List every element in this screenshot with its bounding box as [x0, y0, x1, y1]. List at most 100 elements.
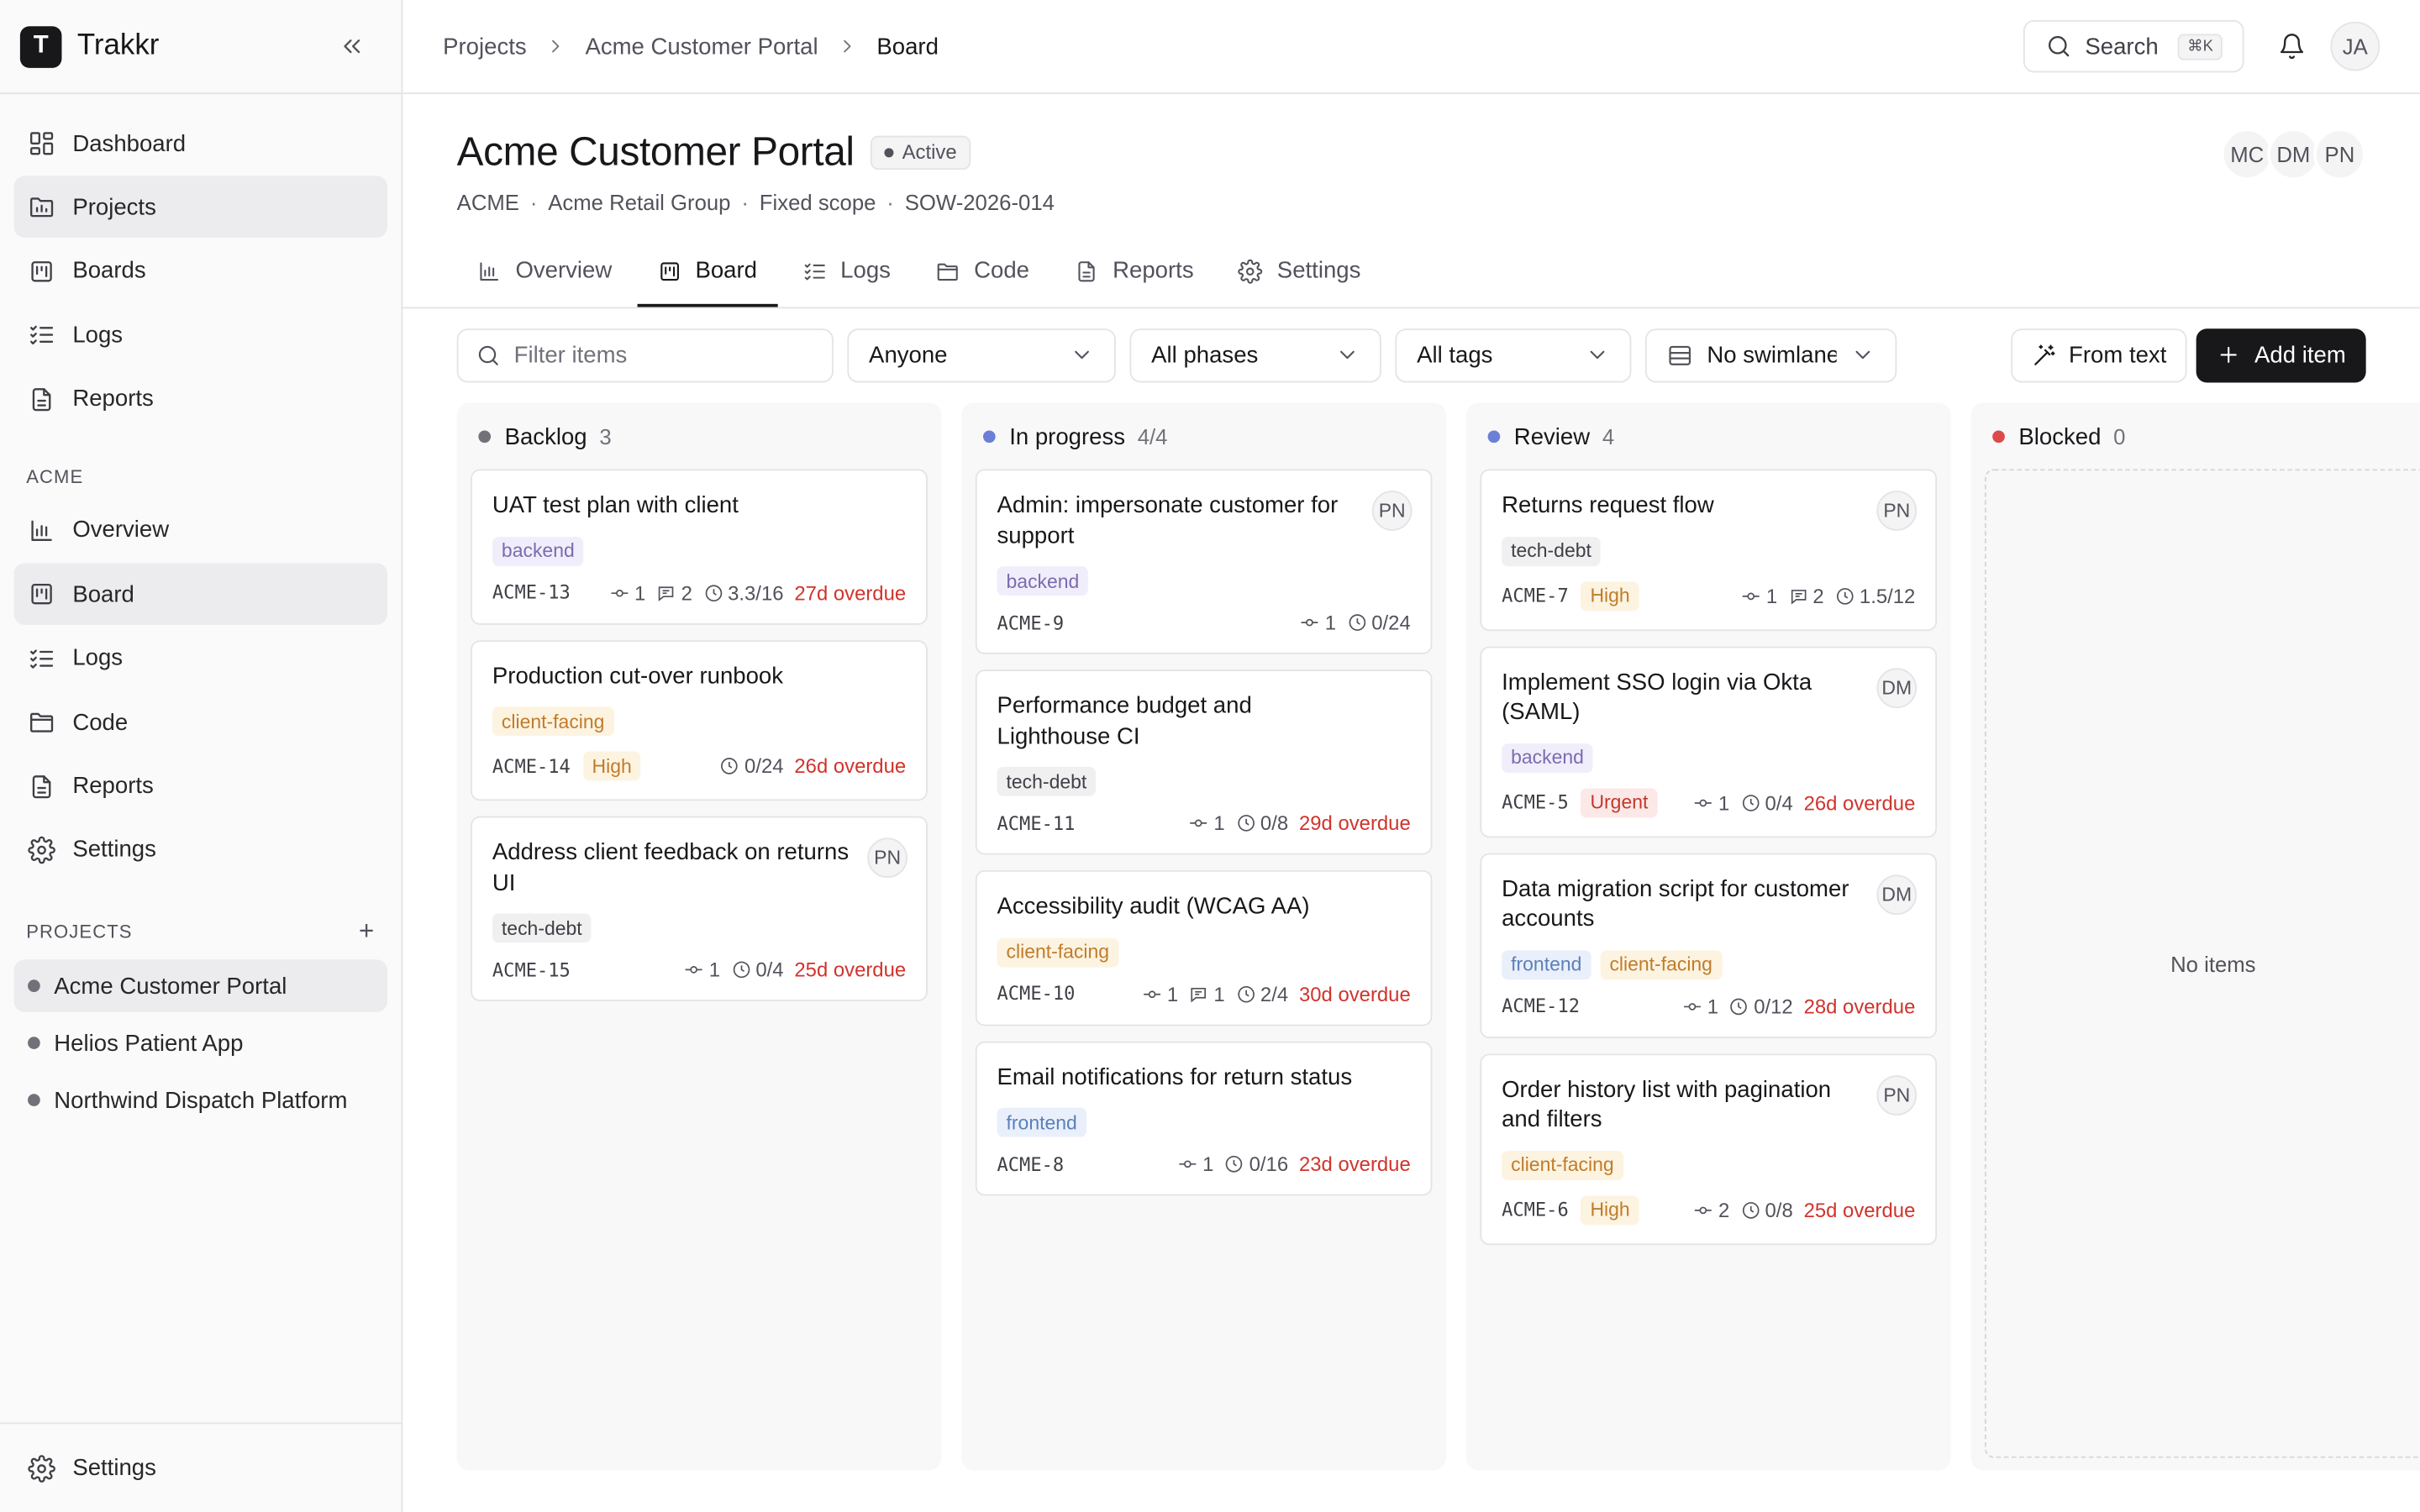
bar-chart-icon — [480, 261, 499, 281]
task-card[interactable]: Order history list with pagination and f… — [1480, 1053, 1938, 1245]
chevron-down-icon — [1075, 350, 1089, 360]
filter-input[interactable] — [513, 341, 808, 369]
tags-select[interactable]: All tags — [1395, 328, 1632, 382]
task-card[interactable]: Email notifications for return status fro… — [975, 1040, 1433, 1196]
card-stats: 1 0/4 26d overdue — [1694, 790, 1915, 814]
phase-select[interactable]: All phases — [1129, 328, 1381, 382]
nav-item-dashboard[interactable]: Dashboard — [14, 113, 387, 174]
card-list: UAT test plan with client backend ACME-13 1… — [471, 469, 928, 1002]
nav-item-reports[interactable]: Reports — [14, 755, 387, 816]
add-item-button[interactable]: Add item — [2196, 328, 2366, 382]
team-avatar[interactable]: PN — [2313, 128, 2366, 181]
column-header: Blocked 0 — [1985, 415, 2420, 458]
breadcrumb-project[interactable]: Acme Customer Portal — [585, 33, 818, 59]
brand: T Trakkr — [0, 0, 402, 95]
nav-item-settings[interactable]: Settings — [14, 819, 387, 880]
links-stat: 1 — [1178, 1152, 1213, 1176]
time-value: 0/8 — [1260, 811, 1289, 835]
tag-badge: tech-debt — [1502, 536, 1601, 566]
collapse-sidebar-button[interactable] — [338, 33, 366, 60]
swimlane-select[interactable]: No swimlane — [1644, 328, 1897, 382]
assignee-avatar[interactable]: PN — [867, 837, 908, 879]
notifications-button[interactable] — [2278, 33, 2306, 60]
task-card[interactable]: Admin: impersonate customer for support P… — [975, 469, 1433, 654]
nav-item-code[interactable]: Code — [14, 691, 387, 753]
assignee-select[interactable]: Anyone — [847, 328, 1116, 382]
task-card[interactable]: Performance budget and Lighthouse CI tech… — [975, 669, 1433, 855]
filter-field[interactable] — [456, 328, 834, 382]
comments-value: 1 — [1213, 982, 1225, 1005]
column-status-dot — [982, 430, 996, 444]
assignee-avatar[interactable]: DM — [1876, 874, 1918, 915]
card-footer: ACME-6 High 2 0/8 25d overdue — [1502, 1194, 1915, 1225]
time-stat: 1.5/12 — [1835, 584, 1915, 607]
breadcrumb-projects[interactable]: Projects — [443, 33, 527, 59]
project-tabs: Overview Board Logs Code Reports Setting… — [402, 214, 2420, 309]
nav-item-label: Dashboard — [72, 130, 187, 157]
commit-icon — [1695, 1205, 1712, 1214]
clock-icon — [1730, 997, 1748, 1015]
nav-item-board[interactable]: Board — [13, 564, 388, 626]
toolbar-actions: From text Add item — [2012, 328, 2366, 382]
project-item[interactable]: Acme Customer Portal — [13, 959, 388, 1013]
assignee-avatar[interactable]: DM — [1876, 667, 1918, 708]
team-avatar[interactable]: DM — [2267, 128, 2320, 181]
project-label: Northwind Dispatch Platform — [54, 1087, 348, 1114]
board-column-backlog: Backlog 3 UAT test plan with client backend… — [456, 402, 942, 1471]
tab-board[interactable]: Board — [636, 238, 777, 307]
task-card[interactable]: Data migration script for customer accou… — [1480, 852, 1938, 1038]
tab-code[interactable]: Code — [915, 238, 1050, 307]
app-logo[interactable]: T — [19, 25, 62, 67]
assignee-avatar[interactable]: PN — [1876, 1074, 1918, 1116]
from-text-button[interactable]: From text — [2012, 328, 2187, 382]
tab-reports[interactable]: Reports — [1054, 238, 1213, 307]
nav-item-logs[interactable]: Logs — [14, 304, 387, 365]
time-stat: 0/24 — [720, 754, 784, 778]
time-value: 0/12 — [1754, 994, 1793, 1018]
card-tags: client-facing — [997, 937, 1411, 967]
footer-settings-button[interactable]: Settings — [14, 1437, 387, 1499]
search-button[interactable]: Search ⌘K — [2023, 19, 2244, 73]
nav-item-overview[interactable]: Overview — [14, 500, 387, 561]
nav-item-boards[interactable]: Boards — [14, 240, 387, 302]
team-avatar[interactable]: MC — [2221, 128, 2274, 181]
user-avatar[interactable]: JA — [2330, 21, 2381, 71]
tab-label: Reports — [1113, 257, 1194, 284]
column-header: Backlog 3 — [471, 415, 928, 458]
tab-overview[interactable]: Overview — [457, 238, 632, 307]
card-stats: 1 2 3.3/16 27d overdue — [610, 581, 906, 604]
gear-icon — [1239, 258, 1264, 283]
clock-icon — [1836, 587, 1854, 604]
assignee-avatar[interactable]: PN — [1876, 491, 1918, 531]
task-card[interactable]: Returns request flow PN tech-debt ACME-7 Hig… — [1480, 469, 1938, 631]
tag-badge: client-facing — [1600, 949, 1722, 979]
nav-item-reports[interactable]: Reports — [14, 368, 387, 429]
project-item[interactable]: Northwind Dispatch Platform — [14, 1074, 387, 1126]
chevron-right-icon — [844, 39, 851, 53]
nav-item-projects[interactable]: Projects — [13, 176, 388, 239]
status-dot — [883, 147, 893, 157]
task-card[interactable]: Production cut-over runbook client-facing… — [471, 639, 928, 801]
tab-settings[interactable]: Settings — [1218, 238, 1381, 307]
card-tags: tech-debt — [1502, 536, 1915, 566]
tab-logs[interactable]: Logs — [781, 238, 910, 307]
clock-icon — [1742, 1201, 1759, 1218]
card-id: ACME-6 — [1502, 1199, 1569, 1221]
links-value: 1 — [1324, 611, 1337, 634]
commit-icon — [1190, 819, 1207, 827]
task-card[interactable]: Address client feedback on returns UI PN t… — [471, 816, 928, 1002]
links-value: 1 — [1166, 982, 1179, 1005]
task-card[interactable]: Accessibility audit (WCAG AA) client-faci… — [975, 869, 1433, 1026]
nav-item-logs[interactable]: Logs — [14, 627, 387, 689]
task-card[interactable]: UAT test plan with client backend ACME-13 1… — [471, 469, 928, 624]
commit-icon — [1179, 1160, 1197, 1168]
assignee-avatar[interactable]: PN — [1371, 491, 1413, 531]
overdue-label: 26d overdue — [794, 754, 907, 778]
topbar-actions: Search ⌘K JA — [2023, 19, 2381, 73]
add-project-button[interactable]: + — [359, 917, 375, 948]
time-value: 0/24 — [744, 754, 784, 778]
card-id: ACME-12 — [1502, 995, 1581, 1017]
project-item[interactable]: Helios Patient App — [14, 1017, 387, 1069]
task-card[interactable]: Implement SSO login via Okta (SAML) DM bac… — [1480, 645, 1938, 837]
card-title: Performance budget and Lighthouse CI — [997, 692, 1252, 749]
